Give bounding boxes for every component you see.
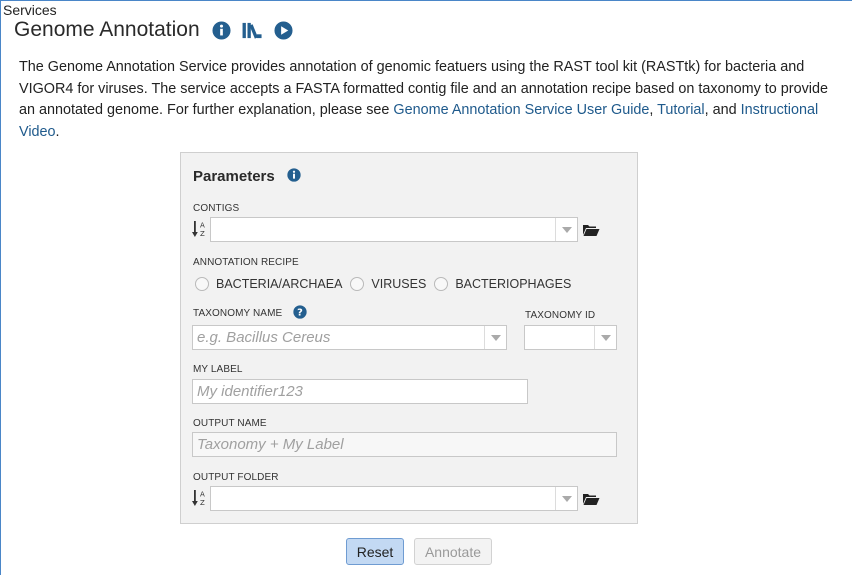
library-icon[interactable] xyxy=(241,20,265,40)
annotate-button[interactable]: Annotate xyxy=(414,538,492,565)
chevron-down-icon[interactable] xyxy=(562,227,572,233)
description-end: . xyxy=(55,123,60,140)
radio-viruses[interactable] xyxy=(350,277,365,291)
radio-label-bacteria-archaea: BACTERIA/ARCHAEA xyxy=(216,277,343,291)
taxonomy-name-placeholder: e.g. Bacillus Cereus xyxy=(197,329,331,346)
service-description: The Genome Annotation Service provides a… xyxy=(19,57,834,143)
sort-alpha-icon[interactable]: AZ xyxy=(192,220,208,238)
reset-button[interactable]: Reset xyxy=(346,538,404,565)
output-folder-select[interactable] xyxy=(210,486,578,511)
chevron-down-icon[interactable] xyxy=(491,335,501,341)
output-name-label: OUTPUT NAME xyxy=(193,418,267,429)
user-guide-link[interactable]: Genome Annotation Service User Guide xyxy=(393,102,649,118)
field-divider xyxy=(555,487,556,510)
field-divider xyxy=(484,326,485,349)
taxonomy-name-select[interactable]: e.g. Bacillus Cereus xyxy=(192,325,507,350)
my-label-input[interactable]: My identifier123 xyxy=(192,379,528,404)
tutorial-link[interactable]: Tutorial xyxy=(657,102,704,118)
chevron-down-icon[interactable] xyxy=(562,496,572,502)
svg-text:A: A xyxy=(200,491,205,499)
output-name-placeholder: Taxonomy + My Label xyxy=(197,436,344,453)
radio-bacteriophages[interactable] xyxy=(434,277,449,291)
my-label-label: MY LABEL xyxy=(193,364,243,375)
field-divider xyxy=(594,326,595,349)
my-label-placeholder: My identifier123 xyxy=(197,383,303,400)
title-row: Genome Annotation xyxy=(14,18,303,42)
contigs-label: CONTIGS xyxy=(193,203,240,214)
chevron-down-icon[interactable] xyxy=(601,335,611,341)
taxonomy-id-label: TAXONOMY ID xyxy=(525,310,596,321)
svg-text:Z: Z xyxy=(200,499,205,507)
folder-open-icon[interactable] xyxy=(582,223,600,237)
output-folder-label: OUTPUT FOLDER xyxy=(193,472,279,483)
folder-open-icon[interactable] xyxy=(582,492,600,506)
question-icon[interactable]: ? xyxy=(293,305,307,324)
field-divider xyxy=(555,218,556,241)
info-icon[interactable] xyxy=(287,168,301,187)
annotation-recipe-label: ANNOTATION RECIPE xyxy=(193,257,299,268)
breadcrumb[interactable]: Services xyxy=(3,2,57,18)
radio-label-bacteriophages: BACTERIOPHAGES xyxy=(455,277,572,291)
description-separator: , and xyxy=(704,102,741,118)
svg-text:A: A xyxy=(200,222,205,230)
parameters-panel: Parameters CONTIGS AZ ANNOTATION RECIPE … xyxy=(180,152,638,524)
taxonomy-id-select[interactable] xyxy=(524,325,617,350)
description-separator: , xyxy=(649,102,658,118)
svg-text:Z: Z xyxy=(200,230,205,238)
page-title: Genome Annotation xyxy=(14,18,200,41)
radio-bacteria-archaea[interactable] xyxy=(195,277,209,291)
parameters-title: Parameters xyxy=(193,168,275,185)
radio-label-viruses: VIRUSES xyxy=(371,277,427,291)
contigs-select[interactable] xyxy=(210,217,578,242)
annotation-recipe-radio-group: BACTERIA/ARCHAEA VIRUSES BACTERIOPHAGES xyxy=(195,277,579,291)
svg-text:?: ? xyxy=(297,308,303,319)
output-name-input[interactable]: Taxonomy + My Label xyxy=(192,432,617,457)
play-icon[interactable] xyxy=(274,20,294,40)
sort-alpha-icon[interactable]: AZ xyxy=(192,489,208,507)
info-icon[interactable] xyxy=(212,20,232,40)
taxonomy-name-label: TAXONOMY NAME xyxy=(193,308,283,319)
